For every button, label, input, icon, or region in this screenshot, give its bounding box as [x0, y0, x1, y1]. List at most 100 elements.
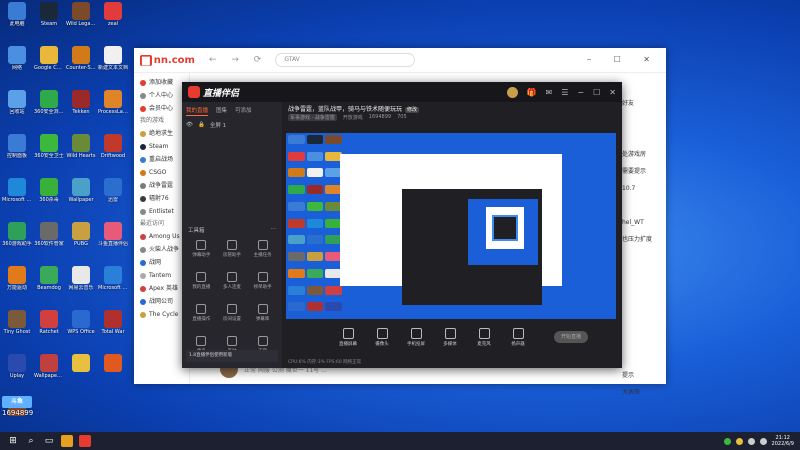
desktop-icon[interactable]: Beamdog: [34, 266, 64, 300]
desktop-icon[interactable]: Microsoft Edge: [2, 178, 32, 212]
desktop-icon[interactable]: Ratchet: [34, 310, 64, 344]
desktop-icon[interactable]: ProcessLasso: [98, 90, 128, 124]
scene-tab[interactable]: 可添加: [235, 106, 252, 116]
sidebar-item[interactable]: 个人中心: [140, 89, 183, 102]
edit-tag[interactable]: 修改: [405, 107, 420, 113]
more-icon[interactable]: ⋯: [271, 226, 277, 234]
sidebar-item[interactable]: Entlistet: [140, 205, 183, 218]
tool-button[interactable]: 我的直播: [186, 272, 217, 290]
right-panel-item[interactable]: [618, 316, 666, 333]
desktop-icon[interactable]: 网络: [2, 46, 32, 80]
start-live-button[interactable]: 开始直播: [554, 331, 588, 343]
right-panel-item[interactable]: 提示: [618, 367, 666, 384]
scene-item[interactable]: 👁 🔒 全屏 1: [186, 120, 278, 130]
desktop-icon[interactable]: [66, 354, 96, 388]
maximize-icon[interactable]: ☐: [593, 88, 600, 97]
desktop-icon[interactable]: 360软件管家: [34, 222, 64, 256]
right-panel-item[interactable]: [618, 350, 666, 367]
desktop-icon[interactable]: Wallpaper Engine: [34, 354, 64, 388]
desktop-icon[interactable]: 360安全浏览器: [34, 90, 64, 124]
desktop-icon[interactable]: [98, 354, 128, 388]
desktop-icon[interactable]: Wild Hearts: [66, 134, 96, 168]
desktop-icon[interactable]: 网易云音乐: [66, 266, 96, 300]
sidebar-item[interactable]: 战网公司: [140, 295, 183, 308]
tool-button[interactable]: 弹幕助手: [186, 240, 217, 258]
desktop-icon[interactable]: Wallpaper: [66, 178, 96, 212]
desktop-icon[interactable]: Tiny Ghost: [2, 310, 32, 344]
search-icon[interactable]: ⌕: [22, 432, 40, 450]
start-icon[interactable]: ⊞: [4, 432, 22, 450]
sidebar-item[interactable]: CSGO: [140, 166, 183, 179]
window-controls[interactable]: ⎯ ☐ ✕: [587, 55, 660, 65]
close-icon[interactable]: ✕: [609, 88, 616, 97]
right-panel-item[interactable]: 大表哥: [618, 384, 666, 401]
desktop-icon[interactable]: 新建文本文档: [98, 46, 128, 80]
tool-button[interactable]: 房间设置: [217, 304, 248, 322]
menu-icon[interactable]: ☰: [561, 88, 568, 97]
right-panel-item[interactable]: hel_WT: [618, 214, 666, 231]
desktop-icon[interactable]: zeal: [98, 2, 128, 36]
tool-button[interactable]: 多人连麦: [217, 272, 248, 290]
source-button[interactable]: 直播屏幕: [336, 327, 360, 347]
desktop-icon[interactable]: Microsoft Store: [98, 266, 128, 300]
right-panel-item[interactable]: [618, 197, 666, 214]
scene-tab[interactable]: 我的直播: [186, 106, 209, 116]
sidebar-item[interactable]: Apex 英雄: [140, 282, 183, 295]
desktop-icon[interactable]: 360杀毒: [34, 178, 64, 212]
desktop-icon[interactable]: Steam: [34, 2, 64, 36]
sidebar-item[interactable]: 战争雷霆: [140, 179, 183, 192]
sidebar-item[interactable]: 辐射76: [140, 192, 183, 205]
desktop-icon[interactable]: Uplay: [2, 354, 32, 388]
sidebar-item[interactable]: 会员中心: [140, 102, 183, 115]
source-button[interactable]: 摄像头: [370, 327, 394, 347]
minimize-icon[interactable]: −: [577, 88, 584, 97]
sidebar-item[interactable]: 添加收藏: [140, 76, 183, 89]
right-panel-item[interactable]: 需要提示: [618, 163, 666, 180]
right-panel-item[interactable]: [618, 333, 666, 350]
desktop-icon[interactable]: Google Chrome: [34, 46, 64, 80]
tool-button[interactable]: 榜单助手: [247, 272, 278, 290]
desktop-icon[interactable]: PUBG: [66, 222, 96, 256]
sidebar-item[interactable]: 绝地求生: [140, 127, 183, 140]
eye-icon[interactable]: 👁: [186, 122, 193, 128]
tray-icon-b[interactable]: [735, 437, 743, 445]
desktop-icon[interactable]: Tekken: [66, 90, 96, 124]
desktop-icon[interactable]: Total War: [98, 310, 128, 344]
volume-icon[interactable]: [759, 437, 767, 445]
desktop-icon[interactable]: 此电脑: [2, 2, 32, 36]
right-panel-item[interactable]: [618, 299, 666, 316]
desktop-icon[interactable]: 万能驱动: [2, 266, 32, 300]
source-button[interactable]: 麦克风: [472, 327, 496, 347]
sidebar-item[interactable]: Steam: [140, 140, 183, 153]
sidebar-item[interactable]: 战网: [140, 256, 183, 269]
desktop-icon[interactable]: WPS Office: [66, 310, 96, 344]
user-avatar[interactable]: [506, 86, 518, 98]
gift-icon[interactable]: 🎁: [527, 88, 537, 97]
desktop-icon[interactable]: 斗鱼直播伴侣: [98, 222, 128, 256]
site-logo[interactable]: ▆ nn.com: [140, 54, 195, 66]
right-panel-item[interactable]: [618, 112, 666, 129]
right-panel-item[interactable]: 好友: [618, 95, 666, 112]
right-panel-item[interactable]: [618, 265, 666, 282]
promo-banner[interactable]: 1.8直播伴侣使用新版: [186, 350, 278, 362]
desktop-icon[interactable]: 360安全卫士: [34, 134, 64, 168]
source-button[interactable]: 扬声器: [506, 327, 530, 347]
desktop-icon[interactable]: Driftwood: [98, 134, 128, 168]
right-panel-item[interactable]: [618, 282, 666, 299]
search-input[interactable]: GTAV: [275, 53, 416, 67]
tray-icon-a[interactable]: [723, 437, 731, 445]
network-icon[interactable]: [747, 437, 755, 445]
sidebar-item[interactable]: 重启战场: [140, 153, 183, 166]
sidebar-item[interactable]: Among Us: [140, 230, 183, 243]
tool-button[interactable]: 直播操作: [186, 304, 217, 322]
tool-button[interactable]: 弹幕库: [247, 304, 278, 322]
right-panel-item[interactable]: 10.7: [618, 180, 666, 197]
right-panel-item[interactable]: [618, 248, 666, 265]
clock[interactable]: 21:12 2022/6/9: [772, 435, 794, 447]
tool-button[interactable]: 主播任务: [247, 240, 278, 258]
source-button[interactable]: 手机投屏: [404, 327, 428, 347]
scene-tab[interactable]: 图集: [216, 106, 227, 116]
taskbar-app-browser[interactable]: [76, 432, 94, 450]
desktop-icon[interactable]: 360游戏助手: [2, 222, 32, 256]
sidebar-item[interactable]: 火柴人战争: [140, 243, 183, 256]
